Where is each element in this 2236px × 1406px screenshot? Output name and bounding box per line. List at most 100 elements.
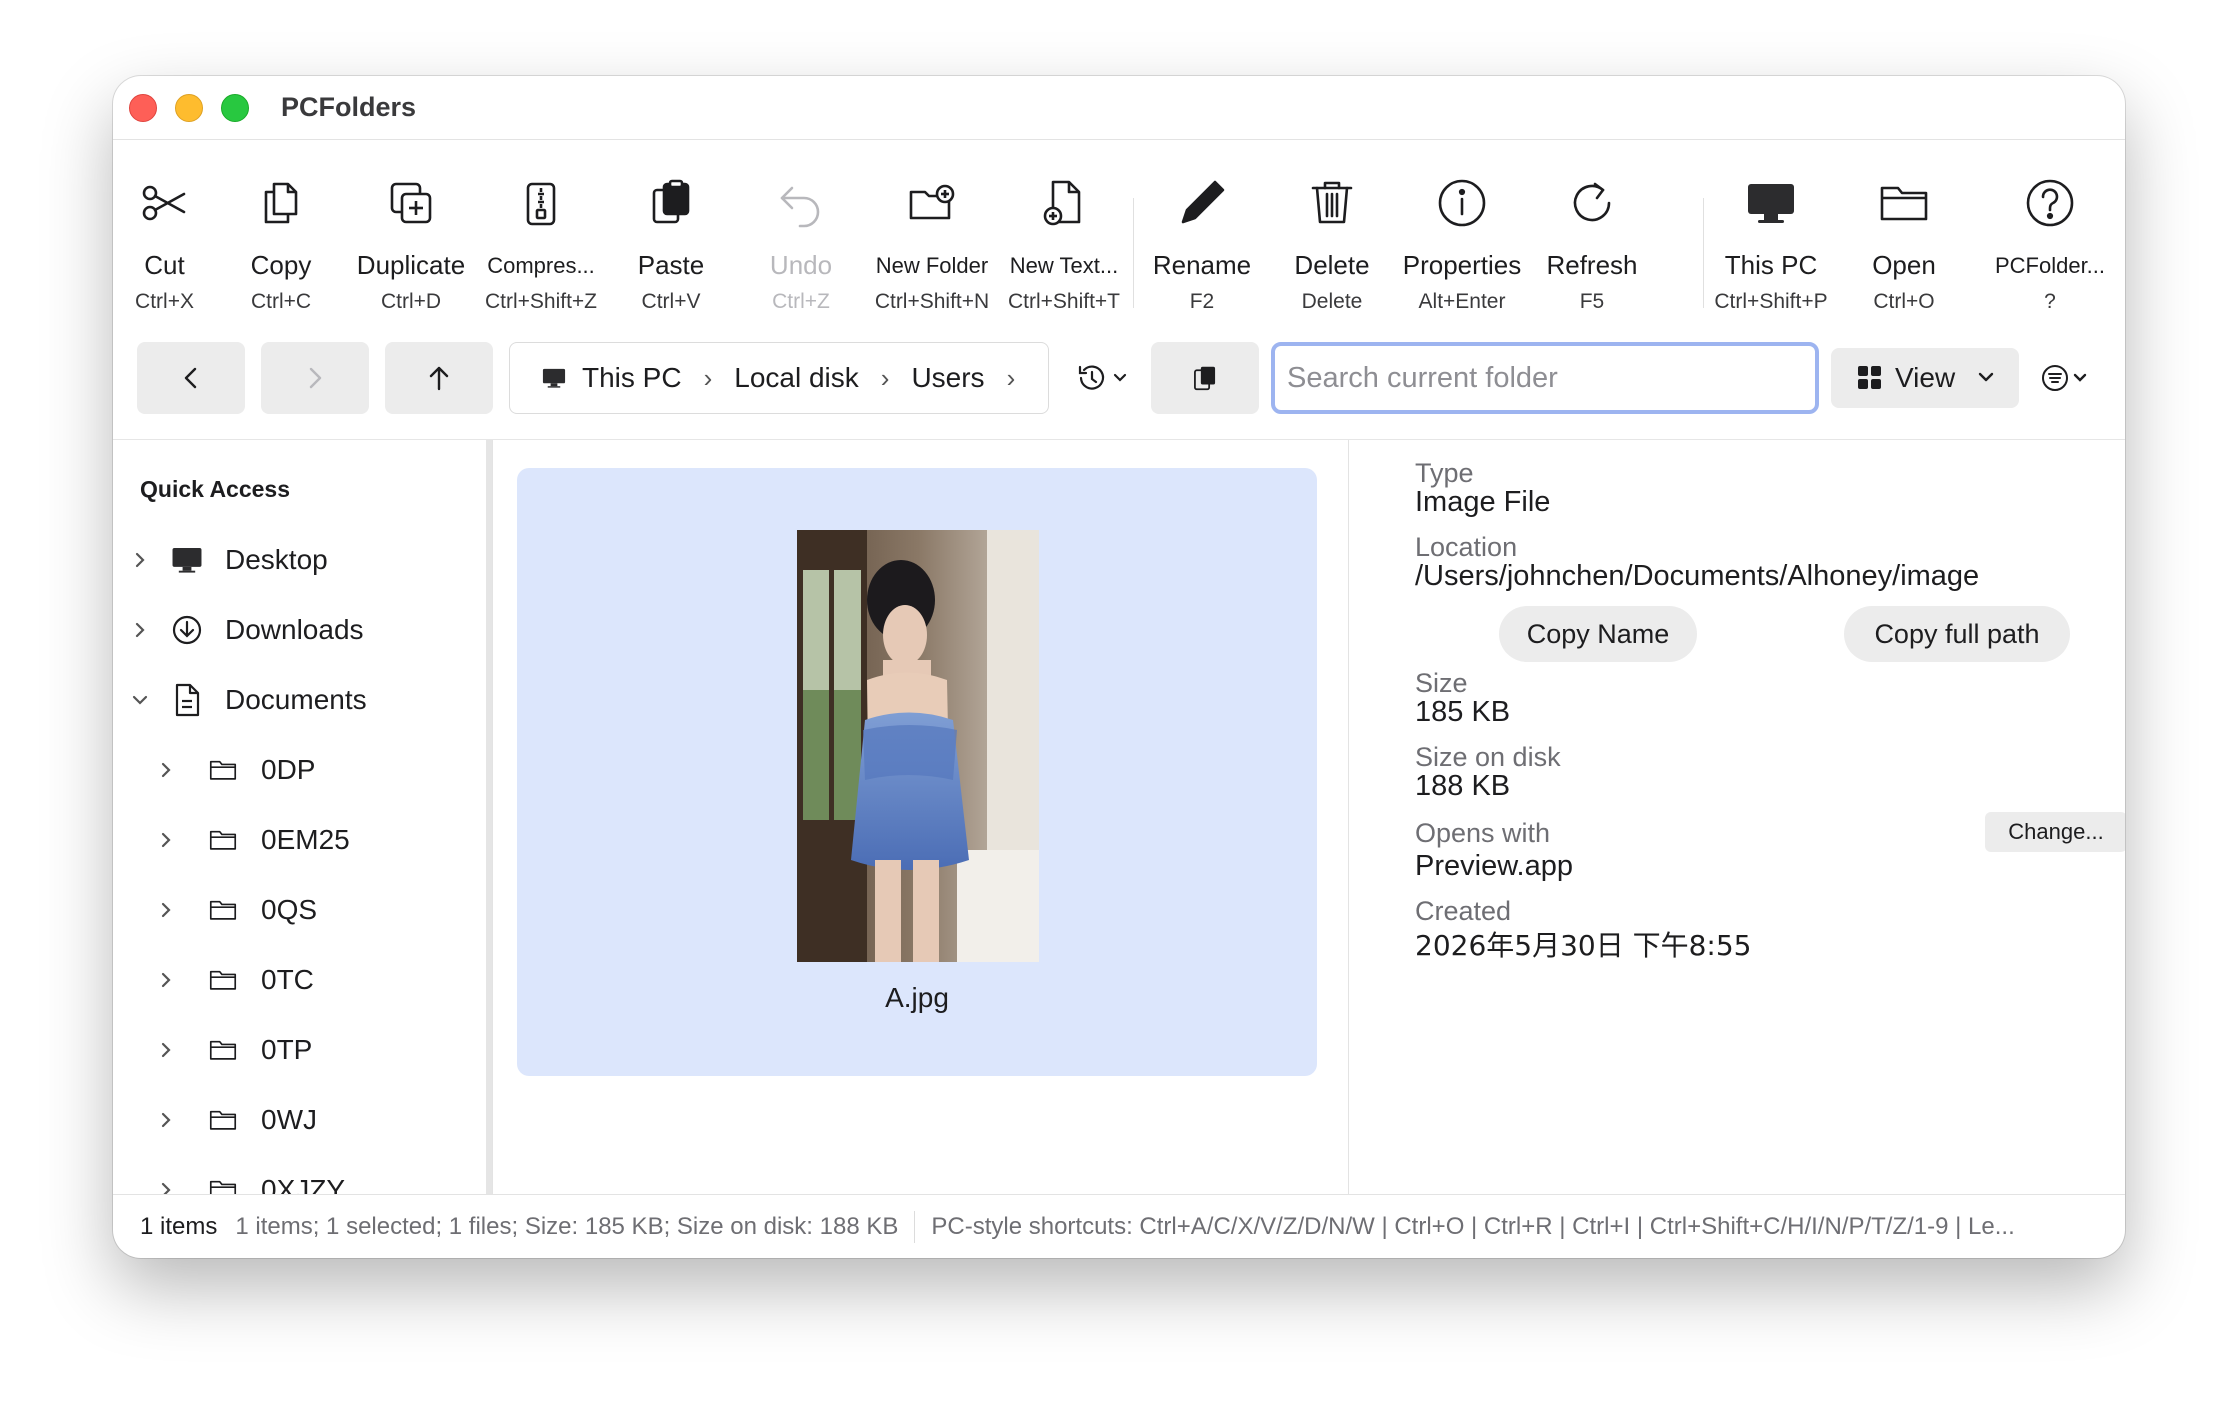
toolbar-separator	[1133, 198, 1134, 308]
selection-info: 1 items; 1 selected; 1 files; Size: 185 …	[235, 1212, 899, 1240]
sidebar-folder-label: 0DP	[261, 754, 316, 785]
image-thumbnail	[797, 530, 1039, 962]
created-label: Created	[1415, 896, 1512, 926]
undo-icon	[774, 176, 828, 230]
paste-button[interactable]: Paste Ctrl+V	[606, 140, 736, 330]
location-value: /Users/johnchen/Documents/Alhoney/image	[1415, 560, 1980, 592]
chevron-right-icon[interactable]	[151, 761, 181, 779]
title-bar: PCFolders	[113, 76, 2125, 140]
delete-button[interactable]: Delete Delete	[1267, 140, 1397, 330]
details-pane: Type Image File Location /Users/johnchen…	[1349, 440, 2125, 1194]
breadcrumb-local-disk[interactable]: Local disk	[734, 362, 859, 394]
breadcrumb-this-pc[interactable]: This PC	[582, 362, 682, 394]
help-icon	[2023, 176, 2077, 230]
up-button[interactable]	[385, 342, 493, 414]
view-label: View	[1895, 362, 1956, 393]
chevron-down-icon[interactable]	[125, 691, 155, 709]
arrow-up-icon	[429, 366, 449, 391]
sidebar-item-downloads[interactable]: Downloads	[125, 600, 364, 660]
chevron-right-icon[interactable]	[151, 971, 181, 989]
duplicate-button[interactable]: Duplicate Ctrl+D	[346, 140, 476, 330]
close-window-button[interactable]	[129, 94, 157, 122]
new-folder-icon	[905, 176, 959, 230]
chevron-right-icon[interactable]	[151, 1181, 181, 1194]
chevron-right-icon[interactable]	[125, 621, 155, 639]
new-folder-button[interactable]: New Folder Ctrl+Shift+N	[866, 140, 998, 330]
help-button[interactable]: PCFolder... ?	[1985, 140, 2115, 330]
file-tile[interactable]: A.jpg	[517, 468, 1317, 1076]
undo-button[interactable]: Undo Ctrl+Z	[736, 140, 866, 330]
forward-button[interactable]	[261, 342, 369, 414]
sort-menu-button[interactable]	[2031, 348, 2101, 408]
location-label: Location	[1415, 532, 1518, 562]
compress-button[interactable]: Compres... Ctrl+Shift+Z	[476, 140, 606, 330]
folder-icon	[203, 890, 243, 930]
sort-icon	[2042, 365, 2087, 391]
sidebar-scrollbar[interactable]	[486, 440, 492, 1194]
quick-access-title: Quick Access	[140, 476, 291, 502]
size-on-disk-label: Size on disk	[1415, 742, 1561, 772]
sidebar-folder-label: 0TP	[261, 1034, 313, 1065]
paste-icon	[644, 176, 698, 230]
info-icon	[1435, 176, 1489, 230]
file-grid: A.jpg	[493, 440, 1349, 1194]
paste-icon	[1194, 366, 1216, 391]
chevron-right-icon[interactable]	[151, 831, 181, 849]
breadcrumb-users[interactable]: Users	[911, 362, 984, 394]
sidebar-folder-item[interactable]: 0WJ	[151, 1090, 317, 1150]
grid-icon	[1858, 366, 1881, 389]
trash-icon	[1305, 176, 1359, 230]
zoom-window-button[interactable]	[221, 94, 249, 122]
monitor-icon	[540, 365, 568, 391]
sidebar-item-label: Downloads	[225, 614, 364, 645]
rename-button[interactable]: Rename F2	[1137, 140, 1267, 330]
size-label: Size	[1415, 668, 1468, 698]
download-icon	[167, 610, 207, 650]
copy-button[interactable]: Copy Ctrl+C	[216, 140, 346, 330]
zip-icon	[514, 176, 568, 230]
chevron-right-icon[interactable]: ›	[1007, 363, 1016, 394]
sidebar-item-documents[interactable]: Documents	[125, 670, 367, 730]
scissors-icon	[138, 176, 192, 230]
this-pc-button[interactable]: This PC Ctrl+Shift+P	[1703, 140, 1839, 330]
item-count: 1 items	[140, 1212, 218, 1240]
sidebar-folder-item[interactable]: 0QS	[151, 880, 317, 940]
open-button[interactable]: Open Ctrl+O	[1839, 140, 1969, 330]
sidebar-item-label: Documents	[225, 684, 367, 715]
sidebar-item-desktop[interactable]: Desktop	[125, 530, 328, 590]
chevron-right-icon[interactable]	[125, 551, 155, 569]
search-input[interactable]	[1271, 342, 1819, 414]
chevron-right-icon: ›	[880, 362, 890, 393]
properties-button[interactable]: Properties Alt+Enter	[1397, 140, 1527, 330]
monitor-icon	[1744, 176, 1798, 230]
sidebar-folder-item[interactable]: 0TP	[151, 1020, 312, 1080]
refresh-icon	[1565, 176, 1619, 230]
chevron-right-icon[interactable]	[151, 901, 181, 919]
chevron-right-icon[interactable]	[151, 1111, 181, 1129]
sidebar-folder-item[interactable]: 0EM25	[151, 810, 350, 870]
sidebar-folder-item[interactable]: 0XJZY	[151, 1160, 345, 1194]
clipboard-button[interactable]	[1151, 342, 1259, 414]
new-text-button[interactable]: New Text... Ctrl+Shift+T	[998, 140, 1130, 330]
type-label: Type	[1415, 458, 1474, 488]
copy-name-button[interactable]: Copy Name	[1499, 606, 1697, 662]
file-name-label: A.jpg	[885, 982, 949, 1013]
sidebar-item-label: Desktop	[225, 544, 328, 575]
sidebar-folder-label: 0XJZY	[261, 1174, 346, 1194]
refresh-button[interactable]: Refresh F5	[1527, 140, 1657, 330]
back-button[interactable]	[137, 342, 245, 414]
minimize-window-button[interactable]	[175, 94, 203, 122]
app-window: PCFolders Cut Ctrl+X Copy Ctrl+C Duplica…	[113, 76, 2125, 1258]
cut-button[interactable]: Cut Ctrl+X	[113, 140, 216, 330]
view-dropdown[interactable]: View	[1831, 348, 2019, 408]
folder-icon	[203, 1170, 243, 1194]
opens-with-label: Opens with	[1415, 818, 1551, 848]
copy-full-path-button[interactable]: Copy full path	[1844, 606, 2070, 662]
chevron-right-icon[interactable]	[151, 1041, 181, 1059]
history-button[interactable]	[1063, 342, 1143, 414]
folder-icon	[203, 750, 243, 790]
sidebar-folder-item[interactable]: 0TC	[151, 950, 314, 1010]
change-app-button[interactable]: Change...	[1985, 812, 2125, 852]
shortcuts-hint: PC-style shortcuts: Ctrl+A/C/X/V/Z/D/N/W…	[931, 1212, 2015, 1240]
sidebar-folder-item[interactable]: 0DP	[151, 740, 315, 800]
